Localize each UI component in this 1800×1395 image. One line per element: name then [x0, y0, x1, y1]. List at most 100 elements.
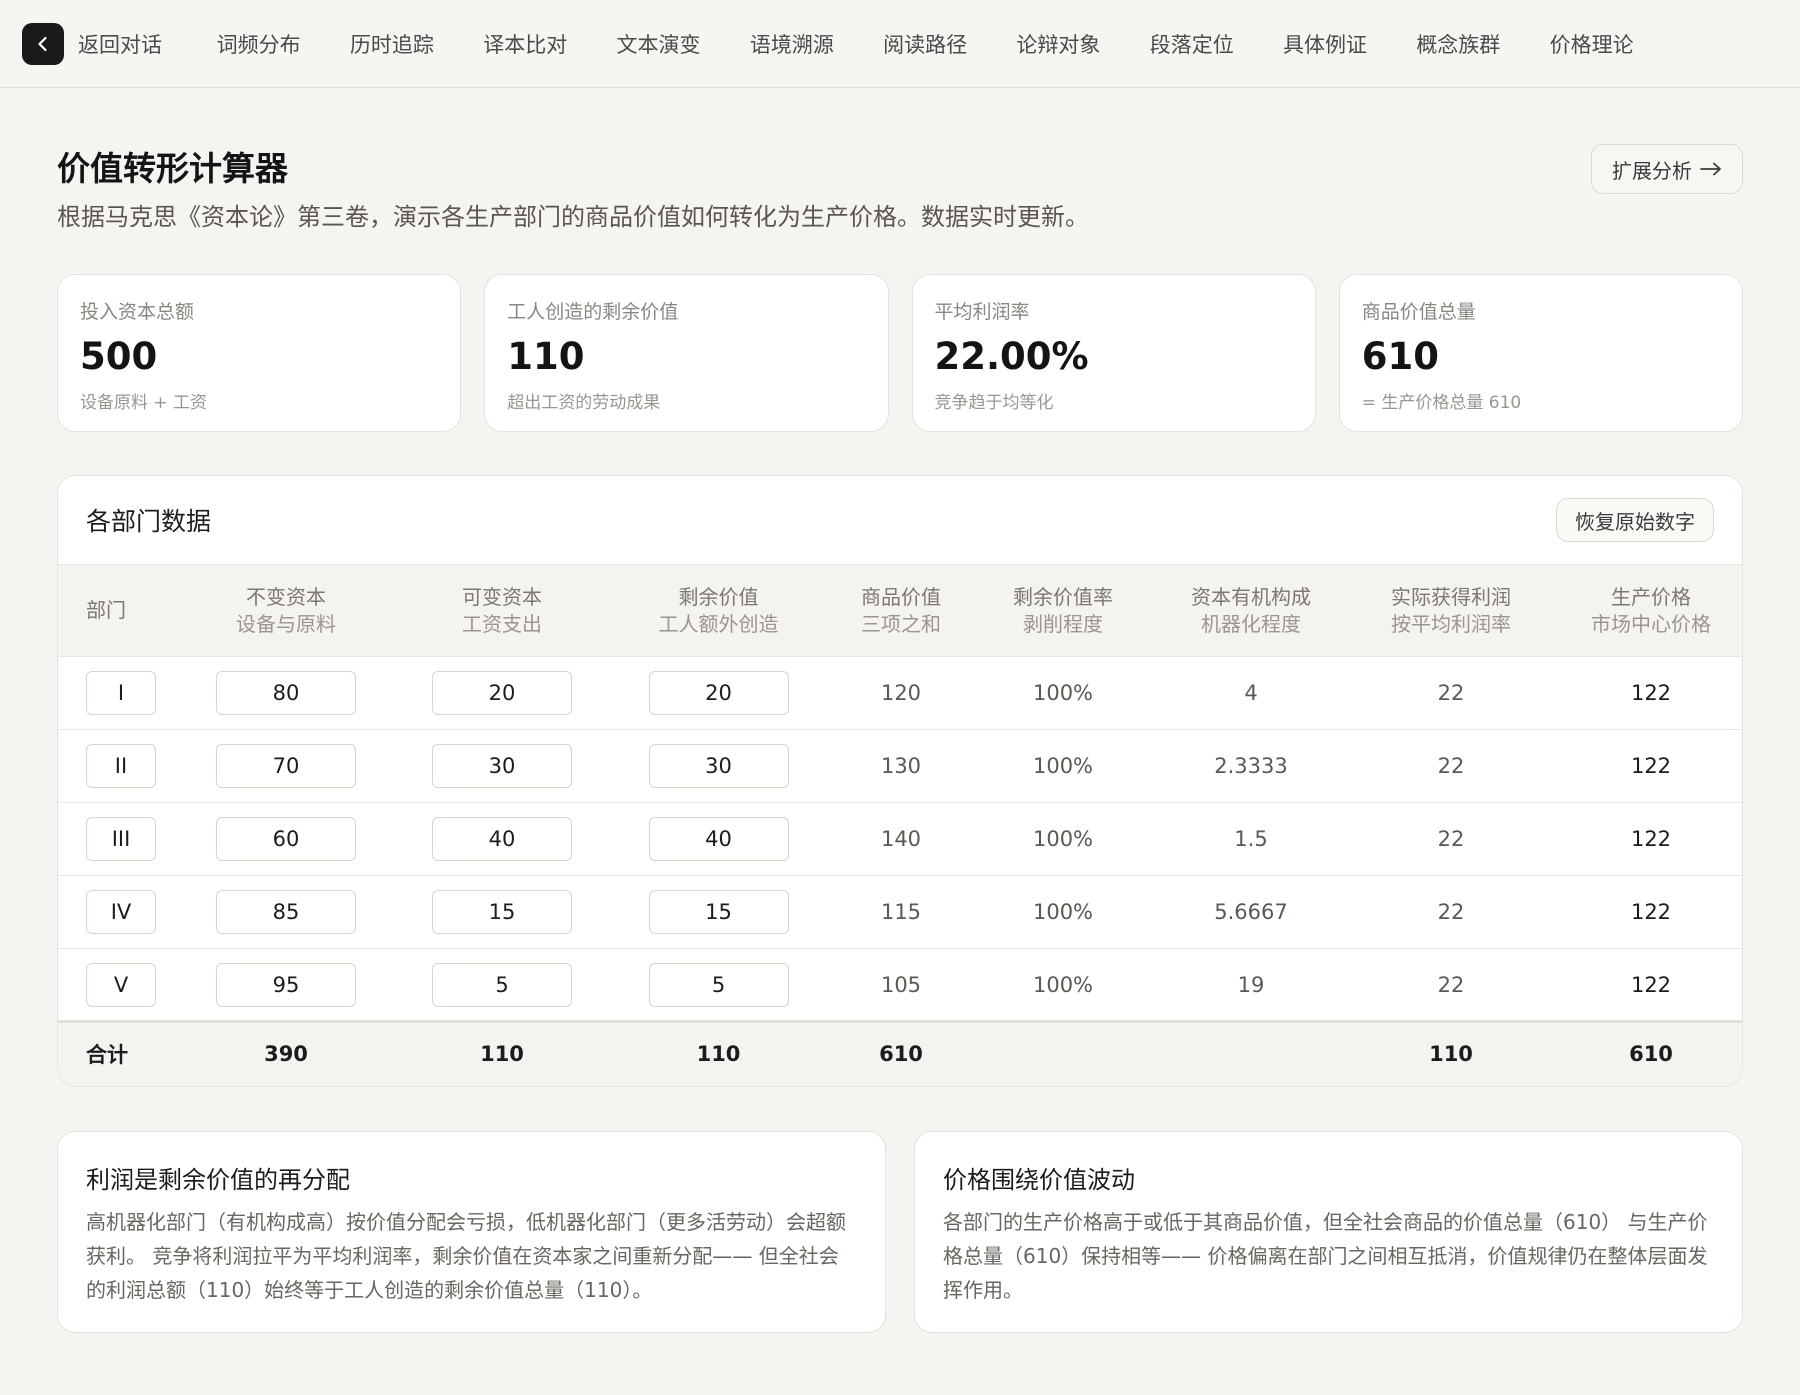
sector-data-panel: 各部门数据 恢复原始数字 部门 不变资本 设备与原料 可变资本 工资支出 剩余价值工… [57, 475, 1743, 1087]
col-header-commodity-value: 商品价值 三项之和 [827, 564, 975, 657]
col-header-sub: 工人额外创造 [658, 611, 779, 636]
constant-capital-input[interactable]: 70 [216, 744, 356, 788]
organic-composition-cell: 19 [1151, 948, 1351, 1022]
variable-capital-cell: 40 [394, 802, 610, 876]
nav-tab-word-frequency[interactable]: 词频分布 [192, 29, 325, 59]
total-constant-capital: 390 [178, 1020, 394, 1086]
stat-card-surplus-value: 工人创造的剩余价值 110 超出工资的劳动成果 [484, 274, 889, 432]
variable-capital-input[interactable]: 5 [432, 962, 572, 1007]
stat-label: 平均利润率 [934, 301, 1030, 323]
organic-composition-cell: 2.3333 [1151, 729, 1351, 803]
surplus-value-input[interactable]: 30 [648, 744, 789, 788]
total-surplus-value: 110 [610, 1020, 827, 1086]
surplus-value-input[interactable]: 40 [648, 817, 789, 861]
variable-capital-input[interactable]: 40 [432, 817, 572, 861]
dept-cell: V [58, 948, 178, 1022]
col-header-label: 资本有机构成 [1191, 584, 1311, 609]
col-header-organic-composition: 资本有机构成 机器化程度 [1151, 564, 1351, 657]
col-header-sub: 三项之和 [861, 611, 941, 636]
nav-tab-examples[interactable]: 具体例证 [1258, 29, 1391, 59]
nav-tabs: 词频分布 历时追踪 译本比对 文本演变 语境溯源 阅读路径 论辩对象 段落定位 … [192, 29, 1658, 59]
back-label[interactable]: 返回对话 [78, 29, 162, 59]
production-price-cell: 122 [1551, 948, 1742, 1022]
note-body: 高机器化部门（有机构成高）按价值分配会亏损，低机器化部门（更多活劳动）会超额获利… [86, 1209, 846, 1302]
constant-capital-cell: 80 [178, 656, 394, 730]
surplus-value-input[interactable]: 15 [648, 890, 789, 934]
surplus-value-input[interactable]: 20 [648, 671, 789, 715]
note-body: 各部门的生产价格高于或低于其商品价值，但全社会商品的价值总量（610） 与生产价… [943, 1209, 1708, 1302]
dept-label: III [86, 817, 156, 861]
extend-analysis-label: 扩展分析 [1612, 158, 1692, 183]
stat-card-total-capital: 投入资本总额 500 设备原料 + 工资 [57, 274, 462, 432]
nav-tab-paragraph-locate[interactable]: 段落定位 [1125, 29, 1258, 59]
nav-tab-context-source[interactable]: 语境溯源 [725, 29, 858, 59]
stat-card-average-profit-rate: 平均利润率 22.00% 竞争趋于均等化 [911, 274, 1316, 432]
table-row: I 80 20 20 120 100% 4 22 122 [58, 656, 1742, 730]
actual-profit-cell: 22 [1351, 729, 1551, 803]
table-row: V 95 5 5 105 100% 19 22 122 [58, 948, 1742, 1022]
actual-profit-cell: 22 [1351, 656, 1551, 730]
table-row: III 60 40 40 140 100% 1.5 22 122 [58, 802, 1742, 876]
totals-label: 合计 [58, 1020, 178, 1086]
chevron-left-icon [38, 36, 47, 51]
surplus-value-input[interactable]: 5 [648, 962, 789, 1007]
production-price-cell: 122 [1551, 802, 1742, 876]
nav-tab-argument-target[interactable]: 论辩对象 [992, 29, 1125, 59]
col-header-sub: 剥削程度 [1023, 611, 1103, 636]
col-header-variable-capital: 可变资本 工资支出 [394, 564, 610, 657]
dept-label: I [86, 671, 156, 715]
variable-capital-cell: 5 [394, 948, 610, 1022]
panel-header: 各部门数据 恢复原始数字 [58, 476, 1742, 564]
surplus-rate-cell: 100% [975, 802, 1151, 876]
note-title: 利润是剩余价值的再分配 [86, 1165, 350, 1194]
constant-capital-input[interactable]: 95 [216, 962, 356, 1007]
dept-cell: IV [58, 875, 178, 949]
stats-row: 投入资本总额 500 设备原料 + 工资 工人创造的剩余价值 110 超出工资的… [57, 274, 1743, 432]
col-header-label: 剩余价值率 [1013, 584, 1113, 609]
constant-capital-cell: 70 [178, 729, 394, 803]
total-organic-composition [1151, 1020, 1351, 1086]
stat-card-total-value: 商品价值总量 610 = 生产价格总量 610 [1338, 274, 1743, 432]
note-card-profit-redistribution: 利润是剩余价值的再分配 高机器化部门（有机构成高）按价值分配会亏损，低机器化部门… [57, 1130, 886, 1333]
actual-profit-cell: 22 [1351, 875, 1551, 949]
nav-tab-price-theory[interactable]: 价格理论 [1525, 29, 1658, 59]
constant-capital-input[interactable]: 85 [216, 890, 356, 934]
nav-tab-text-evolution[interactable]: 文本演变 [592, 29, 725, 59]
surplus-value-cell: 40 [610, 802, 827, 876]
page-header: 价值转形计算器 根据马克思《资本论》第三卷，演示各生产部门的商品价值如何转化为生… [57, 144, 1743, 234]
col-header-label: 不变资本 [246, 584, 326, 609]
variable-capital-cell: 30 [394, 729, 610, 803]
constant-capital-input[interactable]: 60 [216, 817, 356, 861]
back-button[interactable] [22, 22, 64, 65]
stat-note: 设备原料 + 工资 [80, 393, 208, 413]
stat-note: = 生产价格总量 610 [1361, 393, 1522, 413]
total-surplus-rate [975, 1020, 1151, 1086]
surplus-rate-cell: 100% [975, 656, 1151, 730]
variable-capital-cell: 20 [394, 656, 610, 730]
nav-tab-concept-cluster[interactable]: 概念族群 [1392, 29, 1525, 59]
col-header-sub: 市场中心价格 [1591, 611, 1711, 636]
reset-button[interactable]: 恢复原始数字 [1556, 498, 1714, 542]
table-header-row: 部门 不变资本 设备与原料 可变资本 工资支出 剩余价值 工人额外创造 商品价值 三项之… [58, 564, 1742, 657]
constant-capital-cell: 95 [178, 948, 394, 1022]
col-header-sub: 机器化程度 [1201, 611, 1301, 636]
variable-capital-input[interactable]: 15 [432, 890, 572, 934]
total-commodity-value: 610 [827, 1020, 975, 1086]
extend-analysis-button[interactable]: 扩展分析 [1591, 144, 1743, 194]
variable-capital-input[interactable]: 20 [432, 671, 572, 715]
organic-composition-cell: 1.5 [1151, 802, 1351, 876]
actual-profit-cell: 22 [1351, 948, 1551, 1022]
nav-tab-reading-path[interactable]: 阅读路径 [858, 29, 991, 59]
variable-capital-input[interactable]: 30 [432, 744, 572, 788]
notes-row: 利润是剩余价值的再分配 高机器化部门（有机构成高）按价值分配会亏损，低机器化部门… [57, 1130, 1743, 1333]
nav-tab-translation-compare[interactable]: 译本比对 [459, 29, 592, 59]
col-header-label: 剩余价值 [678, 584, 759, 609]
col-header-label: 实际获得利润 [1391, 584, 1511, 609]
col-header-actual-profit: 实际获得利润 按平均利润率 [1351, 564, 1551, 657]
nav-tab-diachronic[interactable]: 历时追踪 [325, 29, 458, 59]
stat-value: 610 [1361, 335, 1439, 378]
surplus-rate-cell: 100% [975, 729, 1151, 803]
note-title: 价格围绕价值波动 [943, 1165, 1135, 1194]
col-header-label: 部门 [86, 598, 126, 622]
constant-capital-input[interactable]: 80 [216, 671, 356, 715]
